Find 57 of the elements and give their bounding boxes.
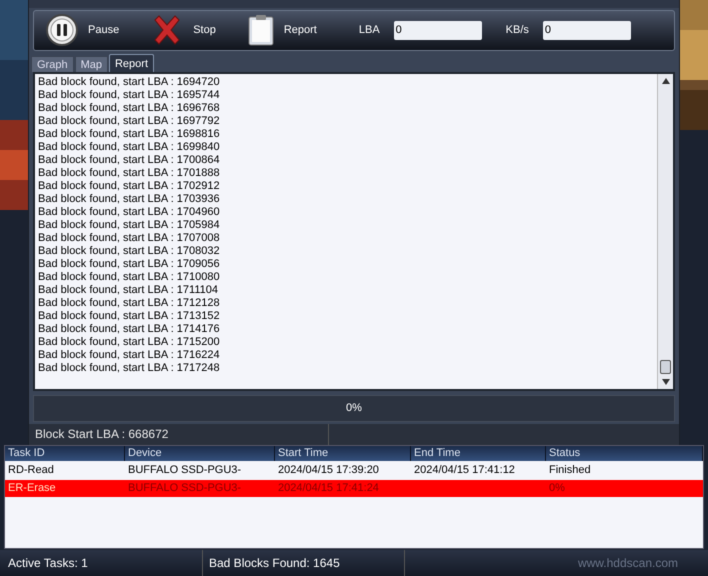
column-header[interactable]: Task ID [5,446,125,461]
report-line: Bad block found, start LBA : 1709056 [38,258,221,272]
report-line: Bad block found, start LBA : 1699840 [38,141,221,154]
report-line: Bad block found, start LBA : 1707008 [38,232,221,246]
clipboard-icon [248,14,274,46]
table-cell-text: RD-Read [7,463,55,478]
report-line: Bad block found, start LBA : 1714176 [38,323,221,336]
scroll-up-icon[interactable] [660,77,670,86]
toolbar-button[interactable]: Pause [46,14,138,46]
toolbar-button[interactable]: Report [248,14,335,46]
report-line: Bad block found, start LBA : 1705984 [38,219,221,232]
report-line: Bad block found, start LBA : 1704960 [38,206,221,220]
pause-icon [46,14,78,46]
report-line: Bad block found, start LBA : 1695744 [38,89,221,102]
status-text: www.hddscan.com [404,550,708,576]
tab[interactable]: Graph [31,56,74,72]
report-line: Bad block found, start LBA : 1702912 [38,180,221,194]
report-line: Bad block found, start LBA : 1698816 [38,128,221,142]
column-header[interactable]: Device [125,446,275,461]
tab[interactable]: Map [74,56,108,72]
scroll-down-icon[interactable] [660,378,670,386]
field-label: KB/s [506,23,529,38]
table-cell-text: ER-Erase [7,481,57,496]
progress-label: 0% [346,401,362,416]
report-line: Bad block found, start LBA : 1694720 [38,76,221,90]
table-cell-text: 0% [548,481,566,496]
column-header[interactable]: Status [546,446,703,461]
table-cell-text: BUFFALO SSD-PGU3- [127,481,242,496]
field-label: LBA [358,23,380,38]
table-cell-text: 2024/04/15 17:41:12 [413,463,516,478]
report-line: Bad block found, start LBA : 1716224 [38,349,221,362]
report-line: Bad block found, start LBA : 1701888 [38,167,221,180]
status-text: Active Tasks: 1 [7,555,89,572]
table-cell-text: Finished [548,463,592,478]
status-text: Bad Blocks Found: 1645 [202,550,404,576]
toolbar-button[interactable]: Stop [151,14,234,46]
report-line: Bad block found, start LBA : 1715200 [38,336,221,350]
table-cell-text: BUFFALO SSD-PGU3- [127,463,242,478]
column-header[interactable]: Start Time [275,446,411,461]
table-cell-text: 2024/04/15 17:41:24 [277,481,380,496]
report-line: Bad block found, start LBA : 1712128 [38,297,221,310]
report-line: Bad block found, start LBA : 1713152 [38,310,221,324]
tab[interactable]: Report [108,54,154,72]
table-cell-text: 2024/04/15 17:39:20 [277,463,380,478]
report-line: Bad block found, start LBA : 1703936 [38,193,221,206]
report-line: Bad block found, start LBA : 1708032 [38,245,221,258]
scroll-thumb[interactable] [660,360,671,374]
report-line: Bad block found, start LBA : 1700864 [38,154,221,168]
input-field[interactable]: 0 [542,20,631,40]
report-line: Bad block found, start LBA : 1711104 [38,284,219,298]
report-line: Bad block found, start LBA : 1717248 [38,362,221,376]
scrollbar[interactable] [657,74,673,389]
report-line: Bad block found, start LBA : 1696768 [38,102,221,116]
report-line: Bad block found, start LBA : 1697792 [38,115,221,128]
column-header[interactable]: End Time [411,446,546,461]
report-line: Bad block found, start LBA : 1710080 [38,271,221,284]
input-field[interactable]: 0 [394,20,482,40]
